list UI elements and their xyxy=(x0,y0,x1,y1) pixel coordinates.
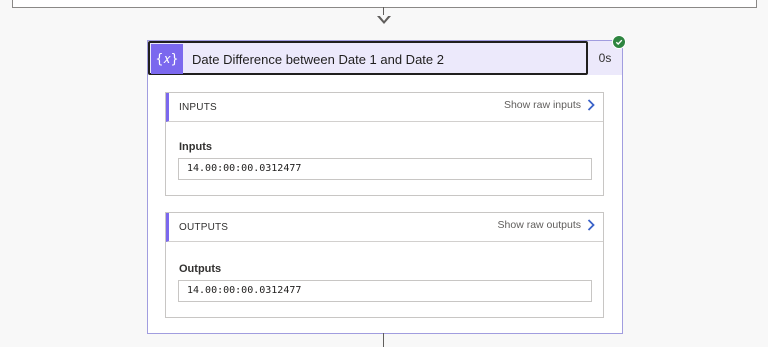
inputs-section-header: INPUTS Show raw inputs xyxy=(166,93,603,122)
outputs-section: OUTPUTS Show raw outputs Outputs 14.00:0… xyxy=(165,212,604,318)
action-title: Date Difference between Date 1 and Date … xyxy=(192,52,444,67)
outputs-section-header: OUTPUTS Show raw outputs xyxy=(166,213,603,242)
inputs-section: INPUTS Show raw inputs Inputs 14.00:00:0… xyxy=(165,92,604,196)
chevron-right-icon xyxy=(587,219,595,231)
connector-arrow-icon xyxy=(377,15,391,24)
connector-line-bottom xyxy=(383,333,384,347)
action-card: {𝑥} Date Difference between Date 1 and D… xyxy=(147,35,626,334)
outputs-value-field[interactable]: 14.00:00:00.0312477 xyxy=(178,280,592,302)
inputs-value-field[interactable]: 14.00:00:00.0312477 xyxy=(178,158,592,180)
success-check-icon xyxy=(612,35,626,49)
previous-action-card[interactable] xyxy=(12,0,757,8)
chevron-right-icon xyxy=(587,99,595,111)
inputs-field-label: Inputs xyxy=(179,141,212,153)
outputs-field-label: Outputs xyxy=(179,263,222,275)
show-raw-inputs-label: Show raw inputs xyxy=(503,99,581,111)
inputs-section-title: INPUTS xyxy=(179,102,217,113)
expression-icon: {𝑥} xyxy=(151,44,183,74)
show-raw-outputs-link[interactable]: Show raw outputs xyxy=(498,219,595,231)
duration-value: 0s xyxy=(598,51,612,65)
outputs-value: 14.00:00:00.0312477 xyxy=(187,285,302,296)
outputs-section-title: OUTPUTS xyxy=(179,222,229,233)
inputs-value: 14.00:00:00.0312477 xyxy=(187,163,302,174)
action-header[interactable]: {𝑥} Date Difference between Date 1 and D… xyxy=(148,41,588,75)
expression-icon-glyph: {𝑥} xyxy=(155,51,179,67)
show-raw-outputs-label: Show raw outputs xyxy=(497,219,581,231)
show-raw-inputs-link[interactable]: Show raw inputs xyxy=(504,99,595,111)
